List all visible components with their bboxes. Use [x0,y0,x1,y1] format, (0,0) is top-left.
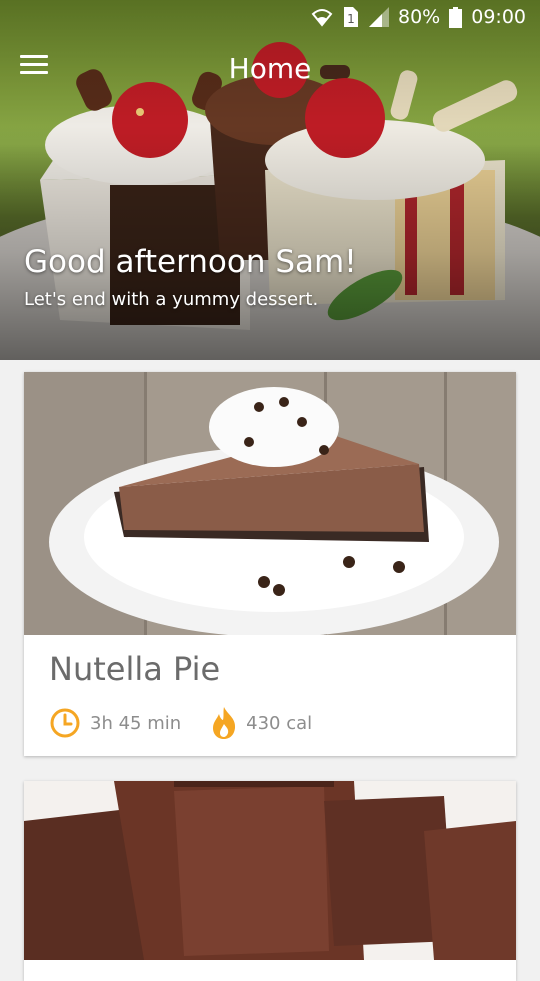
clock-time: 09:00 [471,6,526,28]
recipe-card[interactable]: Nutella Pie 3h 45 min 430 cal [24,372,516,756]
clock-icon [50,708,80,738]
recipe-time: 3h 45 min [49,707,181,739]
sim-icon: 1 [344,7,358,27]
wifi-icon [311,9,333,27]
flame-icon [213,707,236,739]
recipe-calories: 430 cal [211,706,312,740]
page-title: Home [228,52,312,85]
battery-icon [449,6,463,28]
signal-icon [369,7,389,27]
recipe-title: Nutella Pie [49,650,221,688]
greeting-subtitle: Let's end with a yummy dessert. [24,289,319,310]
recipe-calories-text: 430 cal [246,712,313,734]
recipe-meta: 3h 45 min 430 cal [49,706,342,740]
recipe-time-text: 3h 45 min [90,712,182,734]
battery-percent: 80% [398,6,441,28]
recipe-card[interactable] [24,781,516,981]
svg-text:1: 1 [347,12,355,26]
recipe-image [24,781,516,960]
status-bar: 1 80% 09:00 [0,0,540,36]
recipe-image [24,372,516,635]
greeting-text: Good afternoon Sam! [24,244,357,280]
